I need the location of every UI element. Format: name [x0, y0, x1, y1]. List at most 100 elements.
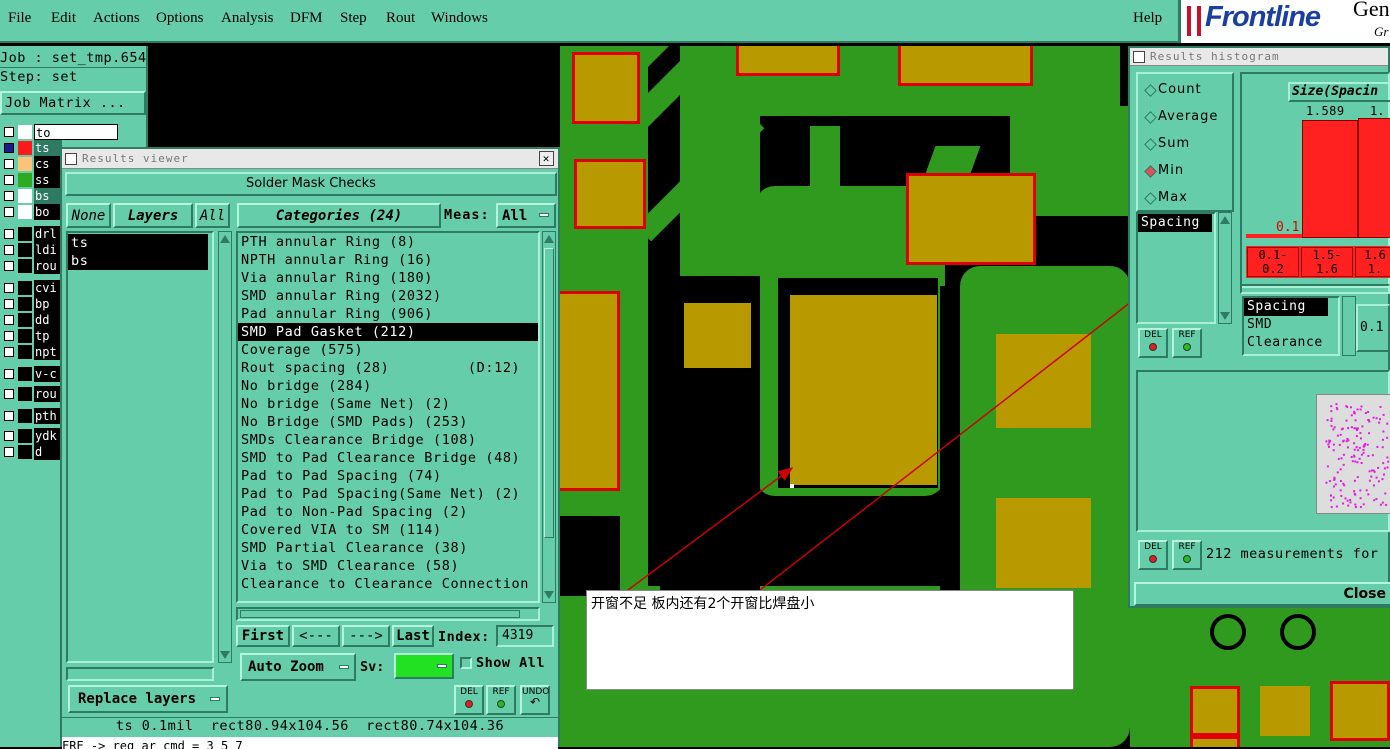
category-item[interactable]: Pad annular Ring (906): [238, 305, 538, 323]
value-field[interactable]: 0.1: [1356, 304, 1390, 352]
category-item[interactable]: Covered VIA to SM (114): [238, 521, 538, 539]
layer-checkbox[interactable]: [4, 347, 14, 357]
del-button[interactable]: DEL: [454, 685, 484, 715]
histogram-titlebar[interactable]: Results histogram: [1130, 48, 1388, 66]
board-overview-map[interactable]: [1316, 394, 1390, 514]
layer-checkbox[interactable]: [4, 127, 14, 137]
category-item[interactable]: SMD annular Ring (2032): [238, 287, 538, 305]
layer-name[interactable]: ydk: [34, 428, 62, 444]
close-icon[interactable]: ✕: [539, 151, 554, 166]
layer-name[interactable]: cs: [34, 156, 62, 172]
show-all-checkbox[interactable]: [460, 657, 472, 669]
mode-min-radio[interactable]: Min: [1144, 163, 1184, 178]
categories-button[interactable]: Categories (24): [237, 203, 441, 228]
layer-name[interactable]: dd: [34, 312, 62, 328]
prev-button[interactable]: <---: [292, 625, 340, 647]
layer-name[interactable]: ss: [34, 172, 62, 188]
results-viewer-titlebar[interactable]: Results viewer ✕: [62, 149, 558, 169]
command-line[interactable]: FRE -> reg ar cmd = 3 5 7: [62, 737, 558, 749]
undo-button[interactable]: UNDO ↶: [520, 685, 550, 715]
overview-ref-button[interactable]: REF: [1172, 540, 1202, 570]
histogram-bar[interactable]: [1358, 118, 1390, 238]
layer-checkbox[interactable]: [4, 143, 14, 153]
category-item[interactable]: Clearance to Clearance Connection: [238, 575, 538, 593]
layer-list-item[interactable]: ts: [68, 234, 208, 252]
ref-button[interactable]: REF: [486, 685, 516, 715]
auto-zoom-dropdown[interactable]: Auto Zoom: [240, 653, 356, 681]
mode-count-radio[interactable]: Count: [1144, 82, 1202, 97]
layers-button[interactable]: Layers: [113, 203, 193, 228]
layer-checkbox[interactable]: [4, 447, 14, 457]
overview-del-button[interactable]: DEL: [1138, 540, 1168, 570]
all-layers-button[interactable]: All: [195, 203, 230, 228]
measure-list-item[interactable]: Spacing: [1138, 214, 1212, 232]
next-button[interactable]: --->: [342, 625, 390, 647]
category-item[interactable]: Pad to Non-Pad Spacing (2): [238, 503, 538, 521]
category-item[interactable]: No Bridge (SMD Pads) (253): [238, 413, 538, 431]
category-item[interactable]: Rout spacing (28) (D:12): [238, 359, 538, 377]
layer-checkbox[interactable]: [4, 315, 14, 325]
measure-list-item[interactable]: SMD: [1244, 316, 1338, 334]
layers-scrollbar[interactable]: [218, 231, 232, 663]
layer-name[interactable]: ldi: [34, 242, 62, 258]
layer-name[interactable]: ts: [34, 140, 62, 156]
histogram-bar[interactable]: [1302, 120, 1358, 238]
layer-checkbox[interactable]: [4, 431, 14, 441]
layer-name[interactable]: cvi: [34, 280, 62, 296]
layer-row[interactable]: to: [0, 124, 148, 140]
last-button[interactable]: Last: [392, 625, 434, 647]
layer-checkbox[interactable]: [4, 331, 14, 341]
mode-sum-radio[interactable]: Sum: [1144, 136, 1190, 151]
layer-name[interactable]: v-c: [34, 366, 62, 382]
job-matrix-button[interactable]: Job Matrix ...: [0, 91, 146, 115]
category-item[interactable]: No bridge (284): [238, 377, 538, 395]
layer-checkbox[interactable]: [4, 261, 14, 271]
category-item[interactable]: Coverage (575): [238, 341, 538, 359]
layer-name[interactable]: tp: [34, 328, 62, 344]
histogram-hscrollbar[interactable]: [1240, 284, 1390, 294]
layer-checkbox[interactable]: [4, 283, 14, 293]
categories-hscrollbar[interactable]: [236, 607, 540, 621]
layer-checkbox[interactable]: [4, 159, 14, 169]
measure-list-item[interactable]: Spacing: [1244, 298, 1328, 316]
layer-checkbox[interactable]: [4, 191, 14, 201]
layer-name[interactable]: pth: [34, 408, 62, 424]
layers-hscrollbar[interactable]: [66, 667, 214, 681]
histogram-close-button[interactable]: Close: [1134, 582, 1390, 606]
layer-checkbox[interactable]: [4, 411, 14, 421]
category-item[interactable]: Via annular Ring (180): [238, 269, 538, 287]
layer-checkbox[interactable]: [4, 369, 14, 379]
replace-layers-dropdown[interactable]: Replace layers: [68, 685, 228, 713]
layer-name[interactable]: rou: [34, 258, 62, 274]
measure-list-item[interactable]: Clearance: [1244, 334, 1338, 352]
category-item[interactable]: No bridge (Same Net) (2): [238, 395, 538, 413]
severity-color-selector[interactable]: [394, 653, 454, 679]
layer-checkbox[interactable]: [4, 389, 14, 399]
category-item[interactable]: NPTH annular Ring (16): [238, 251, 538, 269]
layer-name[interactable]: bo: [34, 204, 62, 220]
category-item[interactable]: SMD to Pad Clearance Bridge (48): [238, 449, 538, 467]
histogram-bar[interactable]: [1246, 234, 1302, 238]
category-item[interactable]: Pad to Pad Spacing (74): [238, 467, 538, 485]
histogram-del-button[interactable]: DEL: [1138, 328, 1168, 358]
category-item[interactable]: Via to SMD Clearance (58): [238, 557, 538, 575]
layer-name[interactable]: npt: [34, 344, 62, 360]
mode-average-radio[interactable]: Average: [1144, 109, 1218, 124]
layer-name[interactable]: rou: [34, 386, 62, 402]
layer-checkbox[interactable]: [4, 245, 14, 255]
category-item[interactable]: SMD Pad Gasket (212): [238, 323, 538, 341]
category-item[interactable]: Pad to Pad Spacing(Same Net) (2): [238, 485, 538, 503]
category-item[interactable]: SMDs Clearance Bridge (108): [238, 431, 538, 449]
layer-name[interactable]: d: [34, 444, 62, 460]
layer-name[interactable]: bp: [34, 296, 62, 312]
layer-checkbox[interactable]: [4, 229, 14, 239]
measure-list-1-scrollbar[interactable]: [1218, 212, 1232, 324]
first-button[interactable]: First: [236, 625, 290, 647]
layer-list-item[interactable]: bs: [68, 252, 208, 270]
index-input[interactable]: 4319: [496, 625, 554, 647]
layer-checkbox[interactable]: [4, 299, 14, 309]
categories-scrollbar[interactable]: [542, 231, 556, 603]
histogram-chart[interactable]: Size(Spacin 1.589 1. 0.1 0.1- 0.2 1.5- 1…: [1240, 72, 1390, 288]
layer-checkbox[interactable]: [4, 175, 14, 185]
layer-name[interactable]: drl: [34, 226, 62, 242]
